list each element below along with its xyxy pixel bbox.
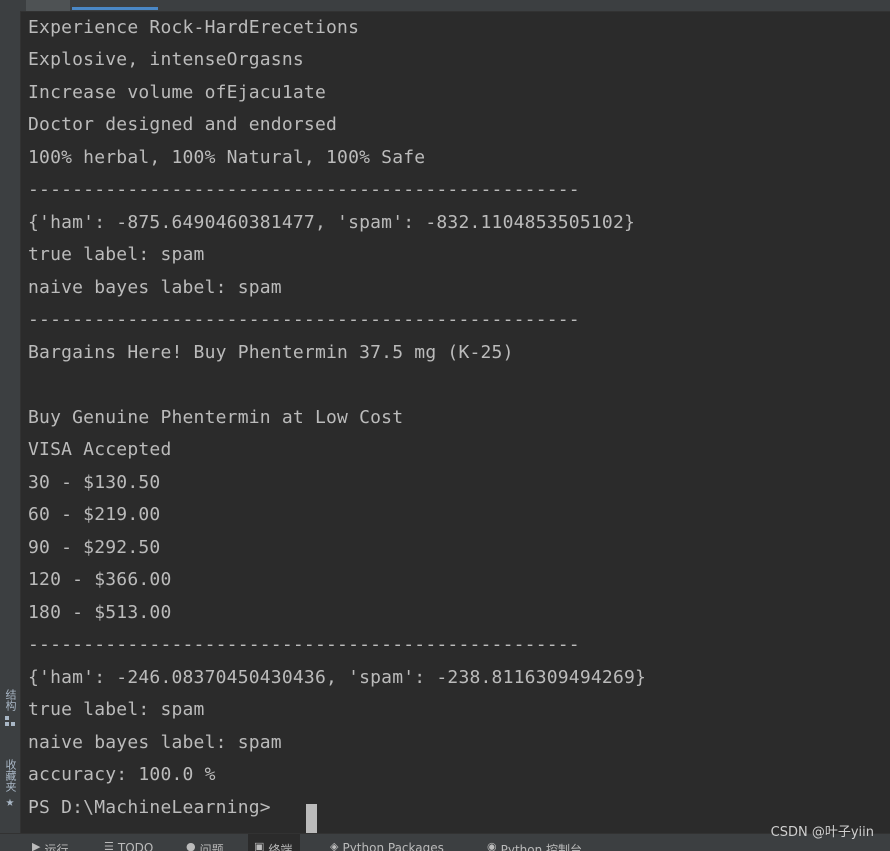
terminal-line: true label: spam	[28, 699, 205, 720]
terminal-line: true label: spam	[28, 244, 205, 265]
structure-icon	[5, 716, 15, 726]
star-icon: ★	[5, 794, 15, 810]
separator-line: ----------------------------------------…	[28, 309, 580, 330]
tab-terminal[interactable]: ▣ 终端	[248, 834, 301, 851]
separator-line: ----------------------------------------…	[28, 179, 580, 200]
left-tool-gutter: 结构 收藏夹 ★	[0, 11, 21, 833]
structure-tool-button[interactable]: 结构	[2, 689, 18, 727]
terminal-line: 120 - $366.00	[28, 569, 172, 590]
tab-run[interactable]: ▶ 运行	[32, 834, 68, 851]
top-tab-strip	[0, 0, 890, 12]
active-tab-indicator	[72, 7, 158, 10]
tab-python-console[interactable]: ◉ Python 控制台	[487, 834, 582, 851]
terminal-line: naive bayes label: spam	[28, 277, 282, 298]
accuracy-output: accuracy: 100.0 %	[28, 764, 216, 785]
terminal-line: Doctor designed and endorsed	[28, 114, 338, 135]
tab-problems[interactable]: ● 问题	[186, 834, 224, 851]
editor-tab[interactable]	[26, 0, 70, 11]
terminal-line: Experience Rock-HardErecetions	[28, 17, 360, 38]
terminal-line: 90 - $292.50	[28, 537, 161, 558]
terminal-line: 100% herbal, 100% Natural, 100% Safe	[28, 147, 426, 168]
watermark: CSDN @叶子yiin	[770, 825, 874, 840]
terminal-line: naive bayes label: spam	[28, 732, 282, 753]
terminal-line: 60 - $219.00	[28, 504, 161, 525]
favorites-label: 收藏夹	[4, 759, 17, 792]
structure-label: 结构	[4, 689, 17, 711]
terminal-line: Increase volume ofEjacu1ate	[28, 82, 326, 103]
score-output: {'ham': -246.08370450430436, 'spam': -23…	[28, 667, 647, 688]
score-output: {'ham': -875.6490460381477, 'spam': -832…	[28, 212, 636, 233]
terminal-line: Buy Genuine Phentermin at Low Cost	[28, 407, 404, 428]
terminal-panel[interactable]: Experience Rock-HardErecetions Explosive…	[21, 12, 890, 833]
tab-python-packages[interactable]: ◈ Python Packages	[330, 834, 444, 851]
terminal-line: VISA Accepted	[28, 439, 172, 460]
separator-line: ----------------------------------------…	[28, 634, 580, 655]
terminal-line: 180 - $513.00	[28, 602, 172, 623]
terminal-line: Explosive, intenseOrgasns	[28, 49, 304, 70]
terminal-line: 30 - $130.50	[28, 472, 161, 493]
favorites-tool-button[interactable]: 收藏夹 ★	[2, 759, 18, 810]
terminal-cursor	[306, 804, 317, 833]
shell-prompt[interactable]: PS D:\MachineLearning>	[28, 792, 282, 824]
terminal-line: Bargains Here! Buy Phentermin 37.5 mg (K…	[28, 342, 514, 363]
tab-todo[interactable]: ☰ TODO	[104, 834, 153, 851]
bottom-tool-window-bar: ▶ 运行 ☰ TODO ● 问题 ▣ 终端 ◈ Python Packages …	[0, 833, 890, 851]
